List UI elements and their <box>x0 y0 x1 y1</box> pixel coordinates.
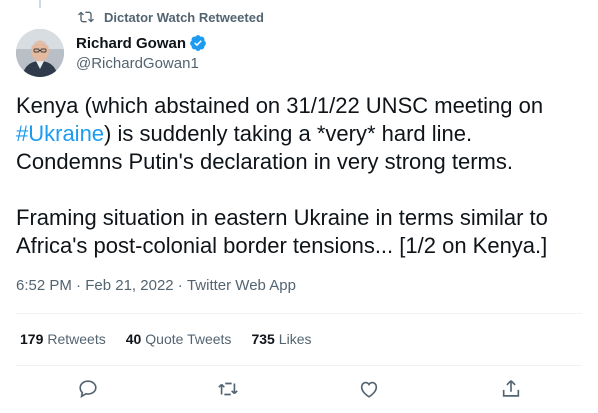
retweet-banner-text: Dictator Watch Retweeted <box>104 9 264 25</box>
tweet-line: Framing situation in eastern Ukraine in … <box>16 205 548 230</box>
meta-separator: · <box>71 277 86 294</box>
meta-separator: · <box>173 277 187 294</box>
likes-count: 735 <box>251 331 275 347</box>
quote-tweets-stat[interactable]: 40 Quote Tweets <box>126 331 232 347</box>
retweet-icon <box>78 11 94 23</box>
like-icon <box>360 381 378 398</box>
divider <box>16 365 582 366</box>
tweet-date[interactable]: Feb 21, 2022 <box>85 277 173 294</box>
avatar[interactable] <box>16 29 64 77</box>
likes-stat[interactable]: 735 Likes <box>251 331 311 347</box>
author-handle[interactable]: @RichardGowan1 <box>76 55 207 72</box>
engagement-stats: 179 Retweets 40 Quote Tweets 735 Likes <box>20 331 331 347</box>
share-icon <box>502 380 520 397</box>
reply-icon <box>79 380 97 398</box>
like-button[interactable] <box>358 378 380 400</box>
tweet-time[interactable]: 6:52 PM <box>16 277 72 294</box>
retweet-icon <box>218 382 238 396</box>
avatar-image <box>16 29 64 77</box>
reply-button[interactable] <box>77 378 99 400</box>
likes-label: Likes <box>278 331 312 347</box>
tweet-line: #Ukraine) is suddenly taking a *very* ha… <box>16 120 588 148</box>
divider <box>16 313 582 314</box>
tweet-source[interactable]: Twitter Web App <box>187 277 296 294</box>
share-button[interactable] <box>500 378 522 400</box>
tweet-meta: 6:52 PM · Feb 21, 2022 · Twitter Web App <box>16 277 296 294</box>
retweet-banner[interactable]: Dictator Watch Retweeted <box>78 9 264 25</box>
tweet-line: Africa's post-colonial border tensions..… <box>16 233 548 258</box>
tweet-text: Kenya (which abstained on 31/1/22 UNSC m… <box>16 92 588 260</box>
quote-tweets-label: Quote Tweets <box>145 331 232 347</box>
quote-tweets-count: 40 <box>125 331 142 347</box>
retweet-button[interactable] <box>217 378 239 400</box>
retweets-stat[interactable]: 179 Retweets <box>20 331 106 347</box>
author-block[interactable]: Richard Gowan @RichardGowan1 <box>76 33 207 72</box>
retweets-label: Retweets <box>47 331 106 347</box>
action-bar <box>0 372 598 406</box>
author-display-name[interactable]: Richard Gowan <box>76 35 186 52</box>
tweet-line-text: ) is suddenly taking a *very* hard line. <box>104 121 473 146</box>
tweet-line: Condemns Putin's declaration in very str… <box>16 149 513 174</box>
retweets-count: 179 <box>20 331 44 347</box>
verified-badge-icon <box>190 35 206 51</box>
tweet-line: Kenya (which abstained on 31/1/22 UNSC m… <box>16 93 544 118</box>
thread-connector-line <box>39 0 41 8</box>
hashtag-link[interactable]: #Ukraine <box>16 121 104 146</box>
